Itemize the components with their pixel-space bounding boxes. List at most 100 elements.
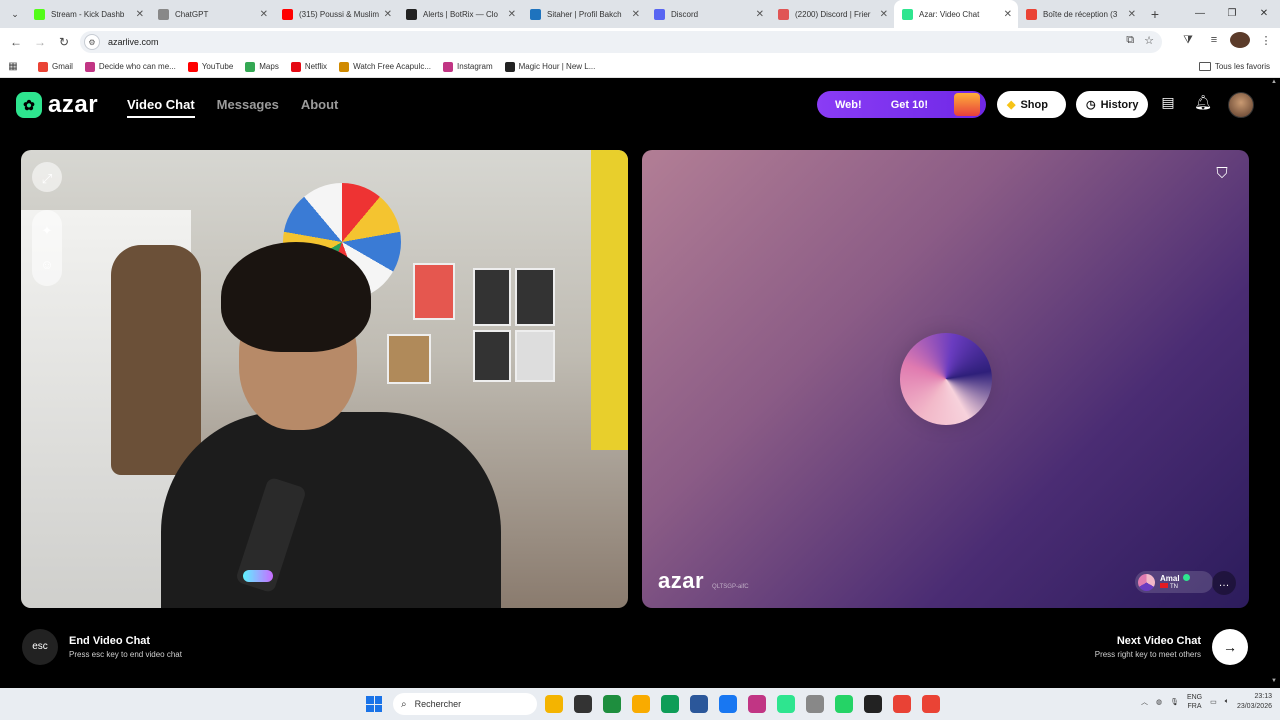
inbox-icon[interactable]: ▤ [1158,94,1178,114]
apps-grid-icon[interactable]: ▦ [0,61,26,72]
taskbar-app-icon[interactable] [690,695,708,713]
tab-close-icon[interactable]: ✕ [508,9,516,20]
promo-get-label: Get 10! [890,98,928,111]
tab-close-icon[interactable]: ✕ [260,9,268,20]
next-chat-button[interactable]: → [1212,629,1248,665]
tab-close-icon[interactable]: ✕ [1004,9,1012,20]
media-icon[interactable]: ≡ [1204,34,1224,46]
bookmark-item[interactable]: Decide who can me... [84,61,176,72]
microphone-icon[interactable]: 🎙︎ [1170,698,1179,706]
web-promo-banner[interactable]: Web! Get 10! [817,91,986,118]
magic-wand-icon[interactable]: ✦ [42,214,53,248]
taskbar-app-icon[interactable] [719,695,737,713]
end-chat-button[interactable]: esc [22,629,58,665]
language-indicator[interactable]: ENG FRA [1187,693,1202,711]
taskbar-app-icon[interactable] [864,695,882,713]
windows-start-icon[interactable] [366,696,382,712]
browser-tab[interactable]: Stream - Kick Dashb ✕ [26,0,150,28]
address-bar[interactable]: ⚙ azarlive.com ⧉ ☆ [80,31,1162,53]
tab-close-icon[interactable]: ✕ [756,9,764,20]
tray-overflow-icon[interactable]: ︿ [1141,697,1148,707]
tab-close-icon[interactable]: ✕ [384,9,392,20]
taskbar-app-icon[interactable] [777,695,795,713]
browser-profile-avatar[interactable] [1230,32,1250,48]
partner-badge[interactable]: Amal TN [1135,571,1213,593]
tab-search-icon[interactable]: ⌄ [4,3,26,25]
site-info-icon[interactable]: ⚙ [84,34,100,50]
taskbar-app-icon[interactable] [545,695,563,713]
taskbar-app-icon[interactable] [748,695,766,713]
windows-taskbar: ⌕ Rechercher ︿ ◍ 🎙︎ ENG FRA ▭ 🔈︎ 23:13 2… [0,688,1280,720]
face-filter-icon[interactable]: ☺ [40,248,53,282]
reload-icon[interactable]: ↻ [52,35,76,49]
chat-bubble-icon[interactable]: … [1212,571,1236,595]
bookmark-item[interactable]: Magic Hour | New L... [504,61,595,72]
tab-close-icon[interactable]: ✕ [880,9,888,20]
nav-video-chat[interactable]: Video Chat [127,97,195,118]
tab-favicon-icon [158,8,169,20]
bookmark-item[interactable]: Watch Free Acapulc... [339,61,431,72]
all-bookmarks[interactable]: Tous les favoris [1198,62,1270,71]
maximize-icon[interactable]: ❐ [1216,0,1248,28]
tab-title: Alerts | BotRix — Clo [423,9,498,19]
taskbar-app-icon[interactable] [574,695,592,713]
extensions-icon[interactable]: ⧩ [1178,34,1198,47]
browser-tab[interactable]: Discord ✕ [646,0,770,28]
taskbar-app-icon[interactable] [661,695,679,713]
bookmark-star-icon[interactable]: ☆ [1144,34,1154,47]
clock[interactable]: 23:13 23/03/2026 [1237,692,1272,712]
browser-tab[interactable]: (315) Poussi & Muslim ✕ [274,0,398,28]
new-tab-button[interactable]: + [1142,6,1168,22]
bookmark-item[interactable]: Netflix [290,61,327,72]
nav-about[interactable]: About [301,97,339,118]
taskbar-app-icon[interactable] [603,695,621,713]
back-icon[interactable]: ← [4,35,28,49]
browser-tab[interactable]: ChatGPT ✕ [150,0,274,28]
bookmark-item[interactable]: Maps [245,61,279,72]
tab-close-icon[interactable]: ✕ [632,9,640,20]
taskbar-app-icon[interactable] [922,695,940,713]
taskbar-app-icon[interactable] [632,695,650,713]
volume-icon[interactable]: 🔈︎ [1225,698,1229,706]
tab-favicon-icon [282,8,293,20]
browser-tab[interactable]: Azar: Video Chat ✕ [894,0,1018,28]
scroll-down-arrow[interactable]: ▼ [1268,678,1280,688]
notification-bell-icon[interactable]: 🔔︎ [1193,94,1213,114]
expand-button[interactable]: ⤢ [32,162,62,192]
user-avatar[interactable] [1228,92,1254,118]
shop-button[interactable]: ◆ Shop [997,91,1066,118]
history-label: History [1100,98,1139,111]
browser-tab[interactable]: Sitaher | Profil Bakch ✕ [522,0,646,28]
minimize-icon[interactable]: — [1184,0,1216,28]
promo-web-label: Web! [835,98,862,111]
browser-tab[interactable]: Boîte de réception (3 ✕ [1018,0,1142,28]
install-app-icon[interactable]: ⧉ [1126,34,1134,47]
window-controls: — ❐ ✕ [1184,0,1280,28]
taskbar-app-icon[interactable] [835,695,853,713]
taskbar-search[interactable]: ⌕ Rechercher [393,693,537,715]
taskbar-app-icon[interactable] [893,695,911,713]
bookmark-item[interactable]: Gmail [38,61,73,72]
bookmark-item[interactable]: Instagram [443,61,493,72]
history-button[interactable]: ◷ History [1076,91,1148,118]
streamer-body [161,412,501,608]
microphone-light [243,570,273,582]
browser-tab[interactable]: Alerts | BotRix — Clo ✕ [398,0,522,28]
taskbar-app-icon[interactable] [806,695,824,713]
browser-tab[interactable]: (2200) Discord | Frier ✕ [770,0,894,28]
nav-messages[interactable]: Messages [217,97,279,118]
close-window-icon[interactable]: ✕ [1248,0,1280,28]
display-icon[interactable]: ▭ [1210,698,1217,706]
network-icon[interactable]: ◍ [1156,698,1162,706]
url-text[interactable]: azarlive.com [108,37,159,47]
browser-menu-icon[interactable]: ⋮ [1256,34,1276,47]
browser-tab-strip: ⌄ Stream - Kick Dashb ✕ ChatGPT ✕ (315) Pous… [0,0,1280,28]
forward-icon[interactable]: → [28,35,52,49]
verified-icon [1182,573,1190,581]
scroll-up-arrow[interactable]: ▲ [1268,79,1280,89]
tab-close-icon[interactable]: ✕ [1128,9,1136,20]
report-shield-icon[interactable]: ⛉ [1212,165,1232,187]
tab-close-icon[interactable]: ✕ [136,9,144,20]
bookmark-item[interactable]: YouTube [187,61,233,72]
azar-logo[interactable]: ✿ azar [16,91,98,119]
